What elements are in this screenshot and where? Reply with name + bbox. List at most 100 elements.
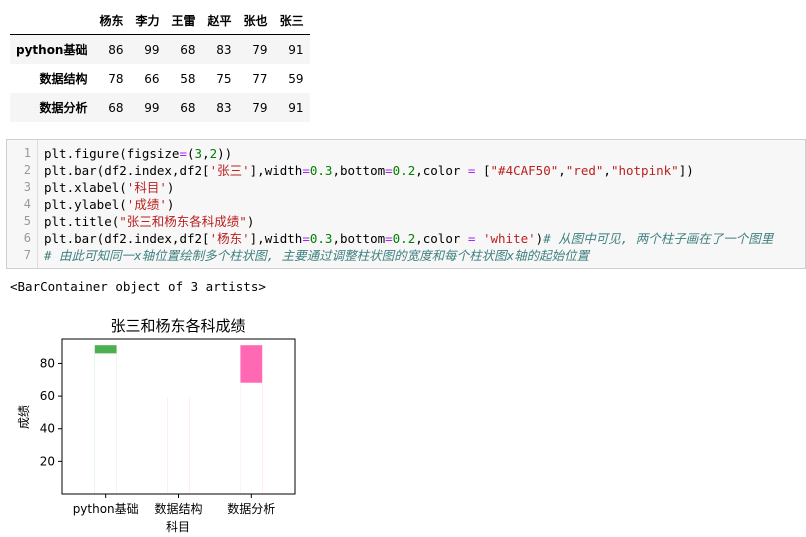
- line-number: 4: [23, 197, 31, 211]
- code-token: ,color: [415, 163, 468, 178]
- code-token: "张三和杨东各科成绩": [119, 214, 247, 229]
- code-token: ,: [603, 163, 611, 178]
- code-token: plt.title(: [44, 214, 120, 229]
- table-cell: 99: [144, 42, 160, 57]
- code-token: ],width: [249, 163, 303, 178]
- x-tick-label: 数据结构: [154, 501, 202, 516]
- code-token: plt.bar(df2.index,df2[: [44, 231, 210, 246]
- code-token: ,color: [415, 231, 468, 246]
- code-token: 3: [194, 146, 203, 161]
- bar-mark: [94, 353, 117, 494]
- table-cell: 83: [216, 100, 232, 115]
- x-axis-label: 科目: [166, 520, 190, 534]
- y-tick-label: 80: [40, 356, 55, 370]
- code-token: ): [166, 197, 175, 212]
- code-line[interactable]: plt.figure(figsize=(3,2)): [44, 145, 232, 162]
- table-row: python基础 86 99 68 83 79 91: [10, 34, 310, 64]
- chart-plot-area: 20 40 60 80 python基础 数据结构 数据分析: [40, 338, 296, 516]
- y-tick-label: 40: [40, 422, 55, 436]
- table-corner: [10, 6, 94, 35]
- bar-mark: [240, 382, 263, 494]
- code-comment: # 从图中可见, 两个柱子画在了一个图里: [543, 231, 774, 246]
- column-header: 杨东: [93, 6, 130, 35]
- chart-title: 张三和杨东各科成绩: [110, 317, 245, 335]
- code-token: '张三': [209, 163, 250, 178]
- code-token: plt.figure(figsize: [44, 146, 180, 161]
- bar-chart: 张三和杨东各科成绩 20 40 60 80 python基础 数据结构 数据分析 科目 成绩: [17, 317, 296, 534]
- line-number: 5: [23, 214, 31, 228]
- code-token: ]): [678, 163, 694, 178]
- column-header: 赵平: [201, 6, 238, 35]
- code-token: 0.3: [309, 231, 333, 246]
- code-token: 0.2: [392, 231, 416, 246]
- y-tick-label: 20: [40, 454, 55, 468]
- line-number: 3: [23, 180, 31, 194]
- column-header: 张三: [273, 6, 310, 35]
- code-token: '成绩': [126, 197, 167, 212]
- code-token: ,: [202, 146, 210, 161]
- code-line[interactable]: plt.title("张三和杨东各科成绩"): [44, 213, 254, 230]
- column-header: 李力: [129, 6, 166, 35]
- code-cell-editor[interactable]: 1 2 3 4 5 6 7 plt.figure(figsize=(3,2)) …: [6, 139, 806, 269]
- table-row: 数据分析 68 99 68 83 79 91: [10, 93, 310, 122]
- table-cell: 91: [288, 100, 304, 115]
- row-index: python基础: [16, 43, 88, 57]
- code-token: ],width: [249, 231, 303, 246]
- code-line[interactable]: plt.xlabel('科目'): [44, 179, 174, 196]
- table-cell: 91: [288, 42, 304, 57]
- code-comment: # 由此可知同一x轴位置绘制多个柱状图, 主要通过调整柱状图的宽度和每个柱状图x…: [44, 248, 590, 263]
- code-token: =: [385, 231, 393, 246]
- dataframe-table: 杨东 李力 王雷 赵平 张也 张三 python基础 86 99 68 83 7…: [10, 6, 310, 122]
- table-header-row: 杨东 李力 王雷 赵平 张也 张三: [10, 6, 310, 35]
- code-token: "red": [565, 163, 604, 178]
- table-cell: 79: [252, 42, 268, 57]
- code-token: )): [217, 146, 233, 161]
- line-number: 1: [23, 146, 31, 160]
- table-cell: 68: [108, 100, 124, 115]
- code-token: ,: [558, 163, 566, 178]
- y-tick-label: 60: [40, 389, 55, 403]
- line-number: 7: [23, 248, 31, 262]
- code-token: =: [385, 163, 393, 178]
- table-cell: 75: [216, 71, 232, 86]
- table-cell: 66: [144, 71, 160, 86]
- x-tick-label: python基础: [73, 502, 139, 516]
- code-token: "hotpink": [610, 163, 679, 178]
- code-line[interactable]: plt.bar(df2.index,df2['张三'],width=0.3,bo…: [44, 162, 694, 179]
- code-line[interactable]: plt.bar(df2.index,df2['杨东'],width=0.3,bo…: [44, 230, 773, 247]
- code-token: 0.3: [309, 163, 333, 178]
- column-header: 张也: [237, 6, 274, 35]
- line-number: 6: [23, 231, 31, 245]
- code-token: "#4CAF50": [490, 163, 559, 178]
- code-token: '科目': [126, 180, 167, 195]
- x-tick-label: 数据分析: [227, 501, 275, 516]
- table-cell: 77: [252, 71, 268, 86]
- row-index: 数据结构: [39, 72, 88, 86]
- code-token: ,bottom: [332, 163, 386, 178]
- bar-mark: [167, 366, 190, 494]
- table-cell: 79: [252, 100, 268, 115]
- code-token: =: [302, 163, 310, 178]
- code-token: 0.2: [392, 163, 416, 178]
- line-number-gutter: 1 2 3 4 5 6 7: [7, 140, 38, 268]
- code-token: ): [246, 214, 255, 229]
- code-token: plt.xlabel(: [44, 180, 127, 195]
- y-axis-label: 成绩: [17, 405, 31, 429]
- row-index: 数据分析: [39, 101, 88, 115]
- code-token: =: [179, 146, 187, 161]
- table-cell: 99: [144, 100, 160, 115]
- table-cell: 58: [180, 71, 196, 86]
- code-token: =: [302, 231, 310, 246]
- code-token: 'white': [482, 231, 536, 246]
- code-token: '杨东': [209, 231, 250, 246]
- column-header: 王雷: [165, 6, 202, 35]
- output-repr: <BarContainer object of 3 artists>: [10, 279, 266, 294]
- code-line[interactable]: # 由此可知同一x轴位置绘制多个柱状图, 主要通过调整柱状图的宽度和每个柱状图x…: [44, 247, 589, 264]
- code-line[interactable]: plt.ylabel('成绩'): [44, 196, 174, 213]
- table-cell: 68: [180, 42, 196, 57]
- table-cell: 59: [288, 71, 304, 86]
- table-cell: 68: [180, 100, 196, 115]
- code-token: (: [187, 146, 195, 161]
- code-token: ,bottom: [332, 231, 386, 246]
